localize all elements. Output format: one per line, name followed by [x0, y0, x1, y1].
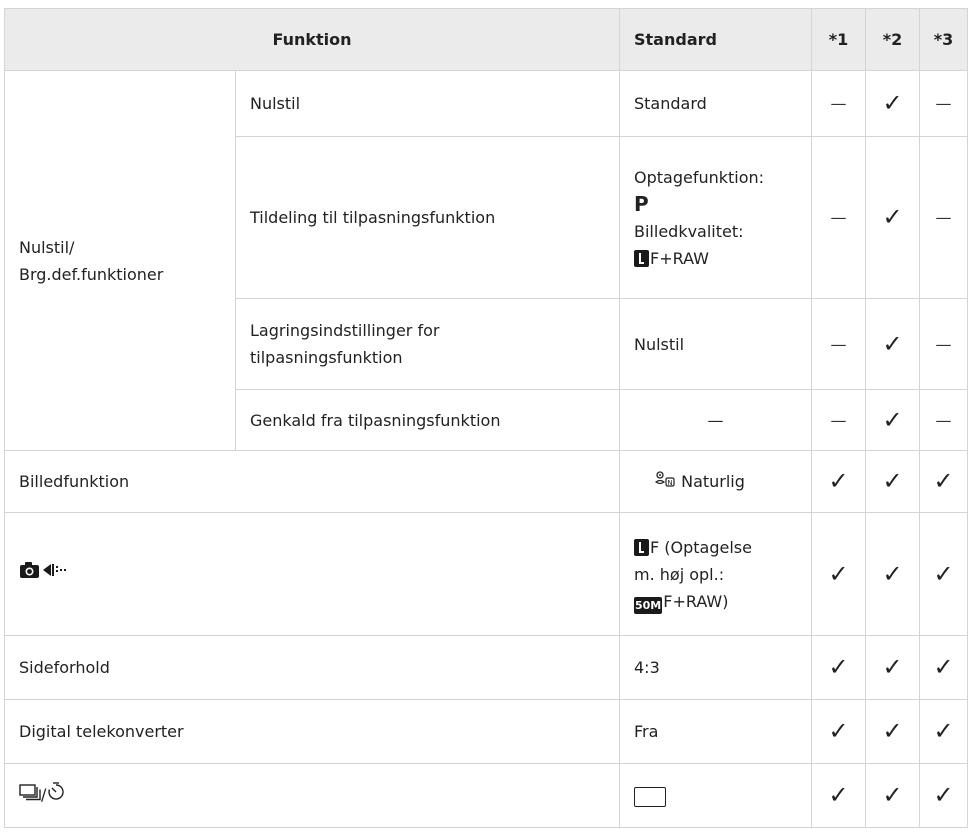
function-name: Billedfunktion: [4, 450, 620, 513]
large-fine-icon: [634, 538, 649, 556]
col3-value: —: [919, 389, 968, 451]
header-function: Funktion: [4, 8, 620, 71]
col1-check: ✓: [811, 450, 866, 513]
self-timer-icon: [46, 782, 66, 810]
col3-check: ✓: [919, 512, 968, 636]
col2-check: ✓: [865, 763, 920, 828]
table-row: Digital telekonverter Fra ✓ ✓ ✓: [4, 699, 968, 764]
function-name: [4, 512, 620, 636]
col3-value: —: [919, 136, 968, 299]
header-row: Funktion Standard *1 *2 *3: [4, 8, 968, 71]
single-frame-icon: [634, 786, 666, 807]
col1-value: —: [811, 389, 866, 451]
header-col3: *3: [919, 8, 968, 71]
col1-check: ✓: [811, 699, 866, 764]
col3-value: —: [919, 298, 968, 390]
col2-check: ✓: [865, 389, 920, 451]
sequential-shooting-icon: [19, 782, 41, 809]
camera-image-quality-icon: [19, 560, 69, 588]
col1-value: —: [811, 298, 866, 390]
large-fine-icon: [634, 249, 649, 267]
function-name: /: [4, 763, 620, 828]
function-name: Nulstil: [235, 70, 620, 137]
table-row: Sideforhold 4:3 ✓ ✓ ✓: [4, 635, 968, 700]
col2-check: ✓: [865, 450, 920, 513]
function-name: Lagringsindstillinger for tilpasningsfun…: [235, 298, 620, 390]
settings-table: Funktion Standard *1 *2 *3 Nulstil/ Brg.…: [4, 8, 968, 828]
col1-value: —: [811, 70, 866, 137]
standard-value: Nulstil: [619, 298, 812, 390]
col2-check: ✓: [865, 298, 920, 390]
standard-value: —: [619, 389, 812, 451]
col3-check: ✓: [919, 763, 968, 828]
standard-value: Optagefunktion: P Billedkvalitet: F+RAW: [619, 136, 812, 299]
col1-check: ✓: [811, 512, 866, 636]
header-col2: *2: [865, 8, 920, 71]
header-col1: *1: [811, 8, 866, 71]
standard-value: F (Optagelse m. høj opl.: 50M F+RAW): [619, 512, 812, 636]
col2-check: ✓: [865, 136, 920, 299]
function-name: Digital telekonverter: [4, 699, 620, 764]
col1-check: ✓: [811, 635, 866, 700]
picture-mode-natural-icon: N: [654, 469, 676, 496]
col2-check: ✓: [865, 635, 920, 700]
function-name: Sideforhold: [4, 635, 620, 700]
col3-check: ✓: [919, 635, 968, 700]
function-name: Genkald fra tilpasningsfunktion: [235, 389, 620, 451]
group-label: Nulstil/ Brg.def.funktioner: [4, 70, 236, 451]
col2-check: ✓: [865, 699, 920, 764]
standard-value: N Naturlig: [619, 450, 812, 513]
table-row: F (Optagelse m. høj opl.: 50M F+RAW) ✓ ✓ …: [4, 512, 968, 636]
col2-check: ✓: [865, 512, 920, 636]
col3-check: ✓: [919, 450, 968, 513]
table-row: Billedfunktion N Naturlig ✓ ✓ ✓: [4, 450, 968, 513]
function-name: Tildeling til tilpasningsfunktion: [235, 136, 620, 299]
col3-value: —: [919, 70, 968, 137]
header-standard: Standard: [619, 8, 812, 71]
col3-check: ✓: [919, 699, 968, 764]
program-mode-value: P: [634, 191, 649, 216]
standard-value: 4:3: [619, 635, 812, 700]
col2-check: ✓: [865, 70, 920, 137]
standard-value: Fra: [619, 699, 812, 764]
table-row: Nulstil/ Brg.def.funktioner Nulstil Stan…: [4, 70, 968, 451]
col1-value: —: [811, 136, 866, 299]
col1-check: ✓: [811, 763, 866, 828]
standard-value: [619, 763, 812, 828]
svg-text:N: N: [667, 479, 672, 487]
high-res-50m-icon: 50M: [634, 596, 663, 614]
table-row: / ✓ ✓ ✓: [4, 763, 968, 828]
standard-value: Standard: [619, 70, 812, 137]
